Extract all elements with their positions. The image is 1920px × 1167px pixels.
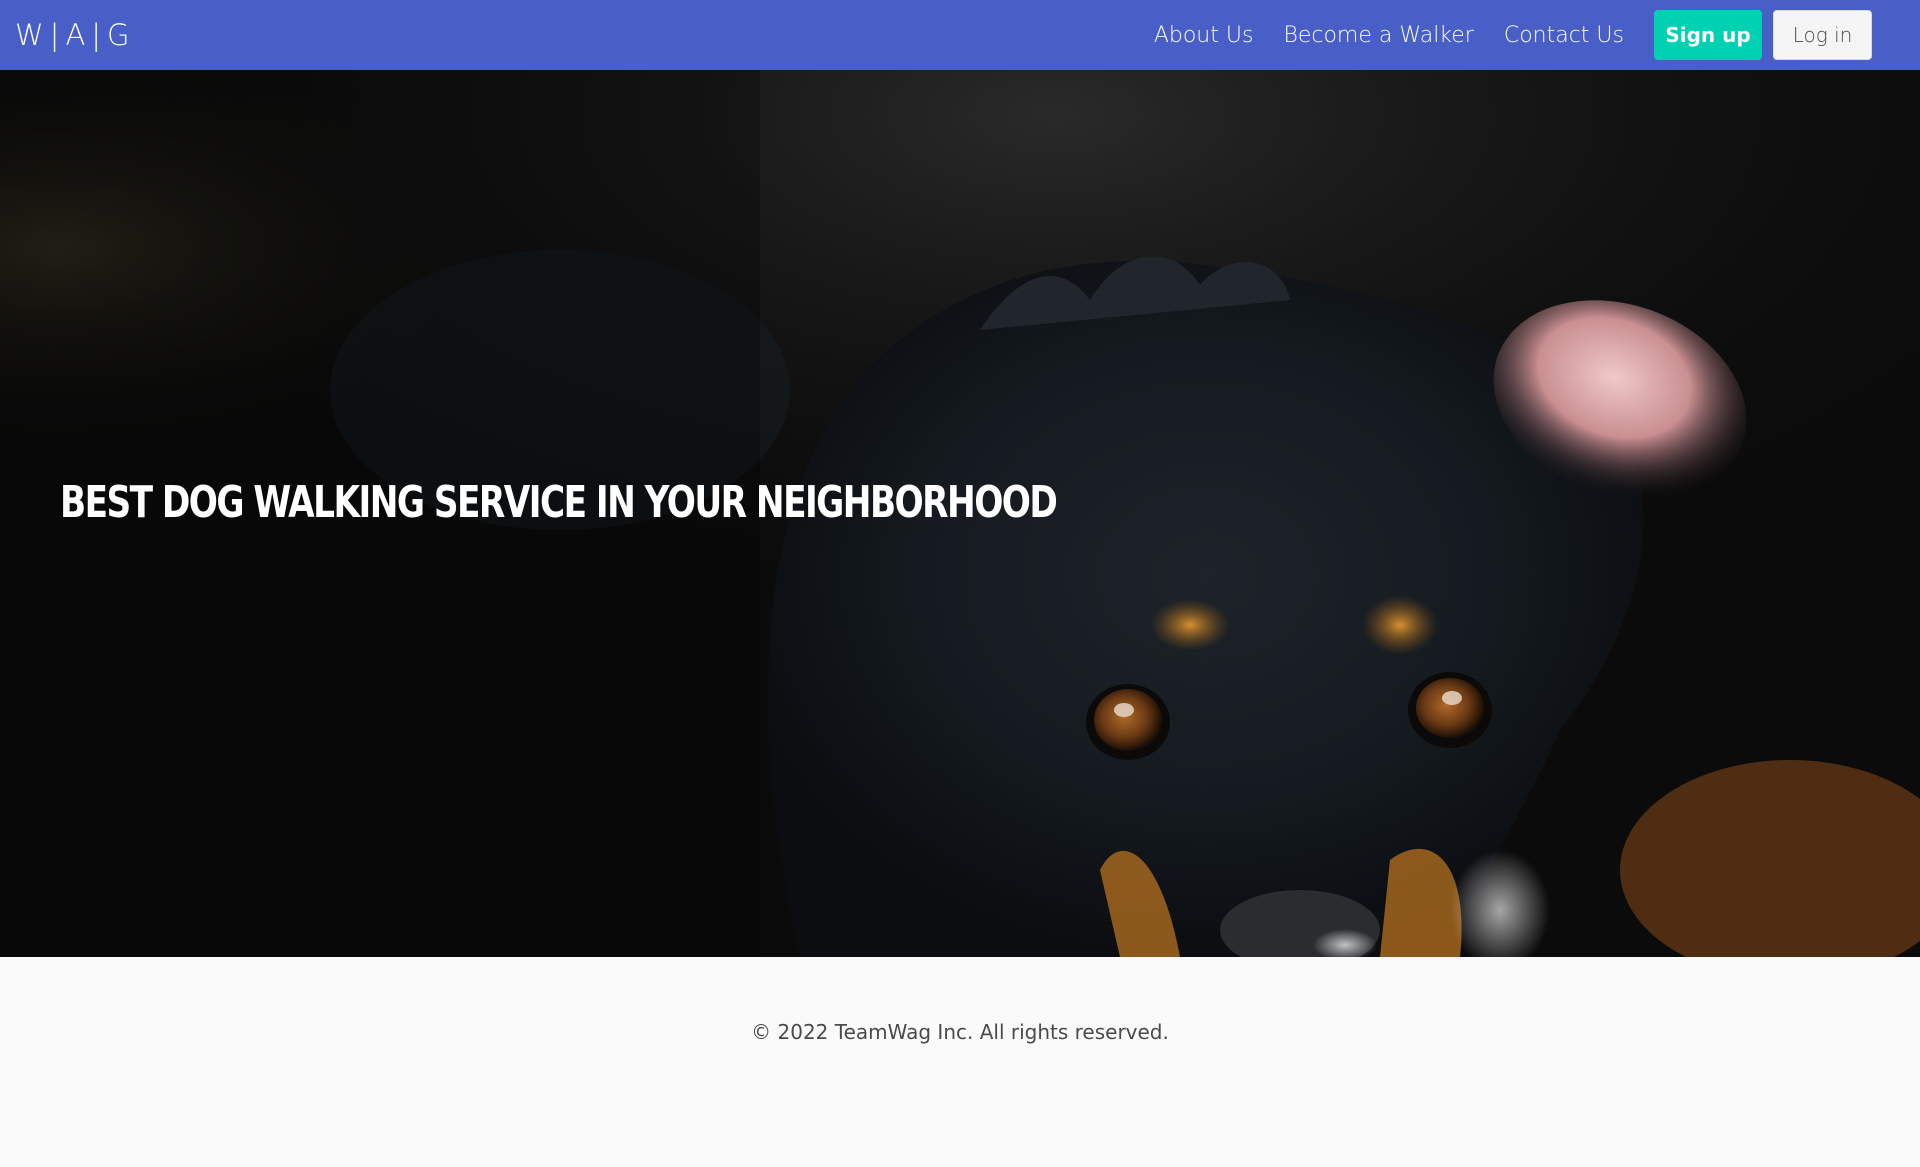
footer-copyright: © 2022 TeamWag Inc. All rights reserved. — [751, 1020, 1169, 1044]
nav-menu: About Us Become a Walker Contact Us Sign… — [1154, 10, 1872, 60]
hero-headline: Best dog walking service in your neighbo… — [60, 477, 1058, 528]
sign-up-button[interactable]: Sign up — [1654, 10, 1762, 60]
brand-logo[interactable]: W|A|G — [15, 18, 136, 52]
footer: © 2022 TeamWag Inc. All rights reserved. — [0, 957, 1920, 1167]
nav-link-contact-us[interactable]: Contact Us — [1504, 23, 1624, 48]
navbar: W|A|G About Us Become a Walker Contact U… — [0, 0, 1920, 70]
nav-link-about-us[interactable]: About Us — [1154, 23, 1254, 48]
hero-section: Best dog walking service in your neighbo… — [0, 70, 1920, 957]
log-in-button[interactable]: Log in — [1773, 10, 1872, 60]
nav-link-become-walker[interactable]: Become a Walker — [1283, 23, 1473, 48]
